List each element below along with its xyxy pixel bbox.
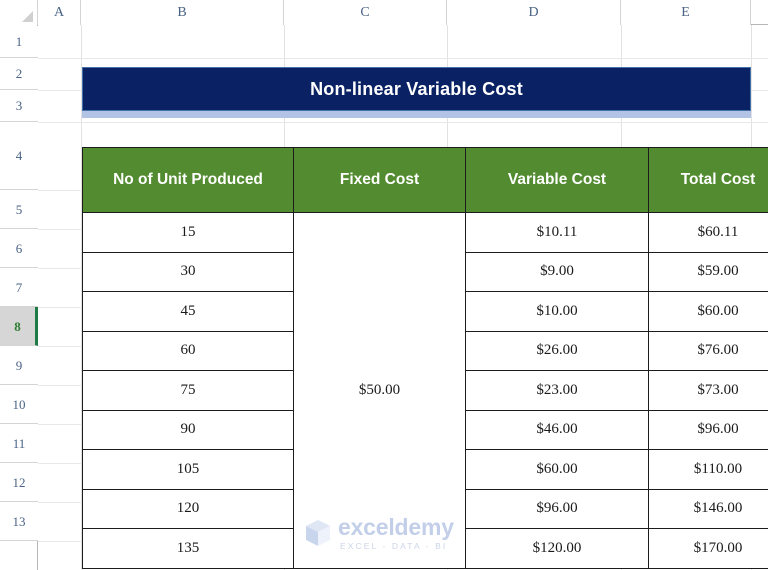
- row-header-11[interactable]: 11: [0, 424, 38, 463]
- column-header-c[interactable]: C: [284, 0, 447, 25]
- column-header-units: No of Unit Produced: [82, 147, 294, 213]
- row-header-strip: 1 2 3 4 5 6 7 8 9 10 11 12 13: [0, 25, 38, 570]
- cell-total-cost[interactable]: $146.00: [648, 488, 768, 529]
- column-header-b[interactable]: B: [81, 0, 284, 25]
- cell-variable-cost[interactable]: $9.00: [465, 251, 649, 292]
- column-header-variable-cost: Variable Cost: [465, 147, 649, 213]
- column-header-fixed-cost: Fixed Cost: [293, 147, 466, 213]
- cell-units[interactable]: 30: [82, 251, 294, 292]
- cell-total-cost[interactable]: $110.00: [648, 449, 768, 490]
- cell-variable-cost[interactable]: $96.00: [465, 488, 649, 529]
- cell-variable-cost[interactable]: $10.11: [465, 212, 649, 253]
- row-header-3[interactable]: 3: [0, 90, 38, 122]
- spreadsheet-grid: ABCDE 1 2 3 4 5 6 7 8 9 10 11 12 13 Non-linear Varia…: [0, 0, 768, 570]
- cell-variable-cost[interactable]: $46.00: [465, 409, 649, 450]
- cell-units[interactable]: 60: [82, 330, 294, 371]
- table-row: 15 $50.00 $10.11 $60.11: [82, 212, 768, 569]
- gridline-horizontal: [38, 122, 768, 123]
- table-header-row: No of Unit Produced Fixed Cost Variable …: [82, 147, 768, 213]
- cell-units[interactable]: 75: [82, 370, 294, 411]
- cell-total-cost[interactable]: $60.11: [648, 212, 768, 253]
- cell-total-cost[interactable]: $59.00: [648, 251, 768, 292]
- cell-total-cost[interactable]: $60.00: [648, 291, 768, 332]
- cell-variable-cost[interactable]: $10.00: [465, 291, 649, 332]
- select-all-button[interactable]: [0, 0, 38, 25]
- row-header-2[interactable]: 2: [0, 58, 38, 90]
- row-header-12[interactable]: 12: [0, 463, 38, 502]
- cell-units[interactable]: 105: [82, 449, 294, 490]
- column-header-a[interactable]: A: [38, 0, 81, 25]
- select-all-triangle-icon: [22, 11, 33, 22]
- cell-fixed-cost-merged[interactable]: $50.00: [293, 212, 466, 569]
- sheet-title-banner: Non-linear Variable Cost: [82, 67, 751, 111]
- cell-total-cost[interactable]: $73.00: [648, 370, 768, 411]
- cell-units[interactable]: 135: [82, 528, 294, 569]
- cell-units[interactable]: 120: [82, 488, 294, 529]
- column-header-e[interactable]: E: [621, 0, 751, 25]
- cell-variable-cost[interactable]: $60.00: [465, 449, 649, 490]
- row-header-9[interactable]: 9: [0, 346, 38, 385]
- row-header-5[interactable]: 5: [0, 190, 38, 229]
- row-header-4[interactable]: 4: [0, 122, 38, 190]
- cell-total-cost[interactable]: $96.00: [648, 409, 768, 450]
- cell-units[interactable]: 15: [82, 212, 294, 253]
- row-header-7[interactable]: 7: [0, 268, 38, 307]
- column-header-total-cost: Total Cost: [648, 147, 768, 213]
- cell-units[interactable]: 45: [82, 291, 294, 332]
- row-header-10[interactable]: 10: [0, 385, 38, 424]
- cell-total-cost[interactable]: $76.00: [648, 330, 768, 371]
- page-title: Non-linear Variable Cost: [310, 78, 523, 99]
- cell-total-cost[interactable]: $170.00: [648, 528, 768, 569]
- row-header-1[interactable]: 1: [0, 26, 38, 58]
- row-header-13[interactable]: 13: [0, 502, 38, 541]
- cell-variable-cost[interactable]: $120.00: [465, 528, 649, 569]
- cell-units[interactable]: 90: [82, 409, 294, 450]
- gridline-horizontal: [38, 58, 768, 59]
- cell-variable-cost[interactable]: $23.00: [465, 370, 649, 411]
- row-header-6[interactable]: 6: [0, 229, 38, 268]
- column-header-strip: ABCDE: [0, 0, 768, 25]
- row-header-8[interactable]: 8: [0, 307, 38, 346]
- cell-variable-cost[interactable]: $26.00: [465, 330, 649, 371]
- cost-table: No of Unit Produced Fixed Cost Variable …: [82, 147, 768, 569]
- title-banner-shadow: [82, 111, 751, 118]
- column-header-d[interactable]: D: [447, 0, 621, 25]
